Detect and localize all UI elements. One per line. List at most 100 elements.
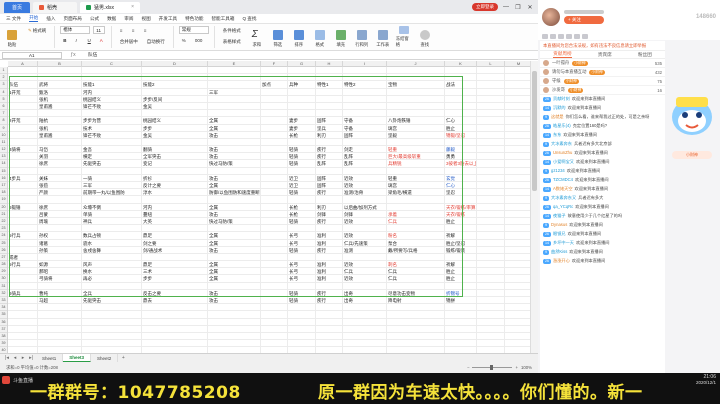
- cell[interactable]: [82, 225, 142, 233]
- row-header[interactable]: 8: [0, 117, 7, 125]
- cell[interactable]: 武将: [38, 81, 82, 89]
- cell[interactable]: 祈解: [445, 261, 477, 269]
- row-header[interactable]: 4: [0, 89, 7, 96]
- cell[interactable]: [445, 282, 477, 290]
- cell[interactable]: [343, 67, 387, 75]
- cell[interactable]: [208, 167, 261, 175]
- fan-icon[interactable]: [566, 34, 572, 39]
- chat-username[interactable]: 皓星乐(4): [553, 123, 571, 128]
- cell[interactable]: [505, 261, 530, 268]
- cell[interactable]: 妻步: [288, 124, 316, 132]
- cell[interactable]: [316, 332, 343, 341]
- cell[interactable]: [288, 282, 316, 290]
- cell[interactable]: [445, 88, 477, 96]
- cell[interactable]: [505, 103, 530, 110]
- sheet-grid[interactable]: ABCDEFGHIJKLMN 1234567891011121314151617…: [0, 61, 530, 353]
- cell[interactable]: 全属: [208, 239, 261, 247]
- cell[interactable]: [477, 102, 505, 111]
- cell[interactable]: 勇勇: [445, 153, 477, 161]
- cell[interactable]: 先驱突击: [82, 297, 142, 305]
- cell[interactable]: 全军突击: [142, 153, 208, 161]
- cell[interactable]: [82, 311, 142, 319]
- cell[interactable]: [477, 167, 505, 175]
- cell[interactable]: [8, 182, 38, 190]
- cell[interactable]: [477, 282, 505, 290]
- login-button[interactable]: 立即登录: [472, 3, 498, 11]
- cell[interactable]: 准利: [316, 261, 343, 269]
- cell[interactable]: [505, 297, 530, 304]
- cell[interactable]: 近效: [343, 275, 387, 283]
- cell[interactable]: 蔓纽: [142, 210, 208, 218]
- cell[interactable]: [8, 282, 38, 290]
- cell[interactable]: [8, 74, 38, 82]
- cell[interactable]: [8, 210, 38, 218]
- freeze-panes-button[interactable]: 冻结窗格: [396, 26, 412, 48]
- cell[interactable]: [142, 67, 208, 75]
- cell[interactable]: 疾行: [316, 189, 343, 197]
- cell[interactable]: [261, 131, 288, 139]
- cell[interactable]: [38, 282, 82, 290]
- cell[interactable]: [445, 167, 477, 175]
- cell[interactable]: [316, 74, 343, 82]
- cell[interactable]: [505, 153, 530, 160]
- cell[interactable]: 特性2: [343, 81, 387, 89]
- cell[interactable]: [477, 225, 505, 233]
- cell[interactable]: 1开荒: [8, 88, 38, 96]
- row-header[interactable]: 13: [0, 153, 7, 161]
- cell[interactable]: [316, 196, 343, 204]
- cell[interactable]: 攻击: [208, 289, 261, 297]
- cell[interactable]: [477, 325, 505, 333]
- row-header[interactable]: 35: [0, 311, 7, 319]
- sheet-tab[interactable]: Sheet3: [63, 354, 92, 362]
- row-header[interactable]: 37: [0, 326, 7, 333]
- cell[interactable]: 关羽: [38, 153, 82, 161]
- fan-icon[interactable]: [550, 34, 556, 39]
- cell[interactable]: 攻击: [208, 153, 261, 161]
- cell[interactable]: [343, 167, 387, 175]
- cell[interactable]: 骁水: [82, 239, 142, 247]
- row-header[interactable]: 26: [0, 247, 7, 254]
- cell[interactable]: [445, 95, 477, 103]
- cell[interactable]: 八卦炮铁锤: [387, 117, 445, 125]
- cell[interactable]: 坚忍: [445, 189, 477, 197]
- row-header[interactable]: 39: [0, 340, 7, 348]
- italic-button[interactable]: I: [73, 36, 82, 45]
- row-header[interactable]: 31: [0, 283, 7, 290]
- cell[interactable]: [82, 318, 142, 326]
- cell[interactable]: 步步/反间: [142, 95, 208, 103]
- cell[interactable]: [261, 253, 288, 262]
- cell[interactable]: [477, 88, 505, 96]
- close-tab-icon[interactable]: ×: [131, 4, 134, 10]
- cell[interactable]: 疾行: [316, 289, 343, 297]
- first-sheet-icon[interactable]: |◂: [4, 355, 10, 361]
- align-left-button[interactable]: ≡: [117, 26, 126, 35]
- cell[interactable]: 仁兵: [387, 275, 445, 283]
- cell[interactable]: [261, 318, 288, 326]
- cell[interactable]: [8, 340, 38, 348]
- menu-item[interactable]: 页面布局: [63, 16, 81, 22]
- cell[interactable]: [208, 95, 261, 103]
- cell[interactable]: 鼎去: [142, 297, 208, 305]
- cell[interactable]: 鼎足: [142, 232, 208, 240]
- cell[interactable]: 鼎足: [142, 261, 208, 269]
- cell[interactable]: 孙权: [38, 232, 82, 240]
- cell[interactable]: 粉名: [387, 232, 445, 240]
- cell[interactable]: [505, 89, 530, 96]
- cell[interactable]: 准利: [316, 268, 343, 276]
- cell[interactable]: 技能1: [82, 81, 142, 89]
- cell[interactable]: [505, 125, 530, 132]
- cell[interactable]: [261, 246, 288, 254]
- row-header[interactable]: 23: [0, 225, 7, 233]
- cell[interactable]: [445, 225, 477, 233]
- cell[interactable]: [343, 138, 387, 147]
- cell[interactable]: [477, 131, 505, 139]
- percent-button[interactable]: %: [179, 36, 189, 45]
- table-style-button[interactable]: 表格样式: [220, 37, 244, 46]
- cell[interactable]: 仁心: [445, 117, 477, 125]
- cell[interactable]: [261, 88, 288, 96]
- chat-username[interactable]: 大冰素奔东: [551, 141, 572, 146]
- maximize-icon[interactable]: ❐: [514, 3, 522, 11]
- cell[interactable]: 妻步: [288, 117, 316, 125]
- cell[interactable]: [505, 182, 530, 189]
- cell[interactable]: [8, 246, 38, 254]
